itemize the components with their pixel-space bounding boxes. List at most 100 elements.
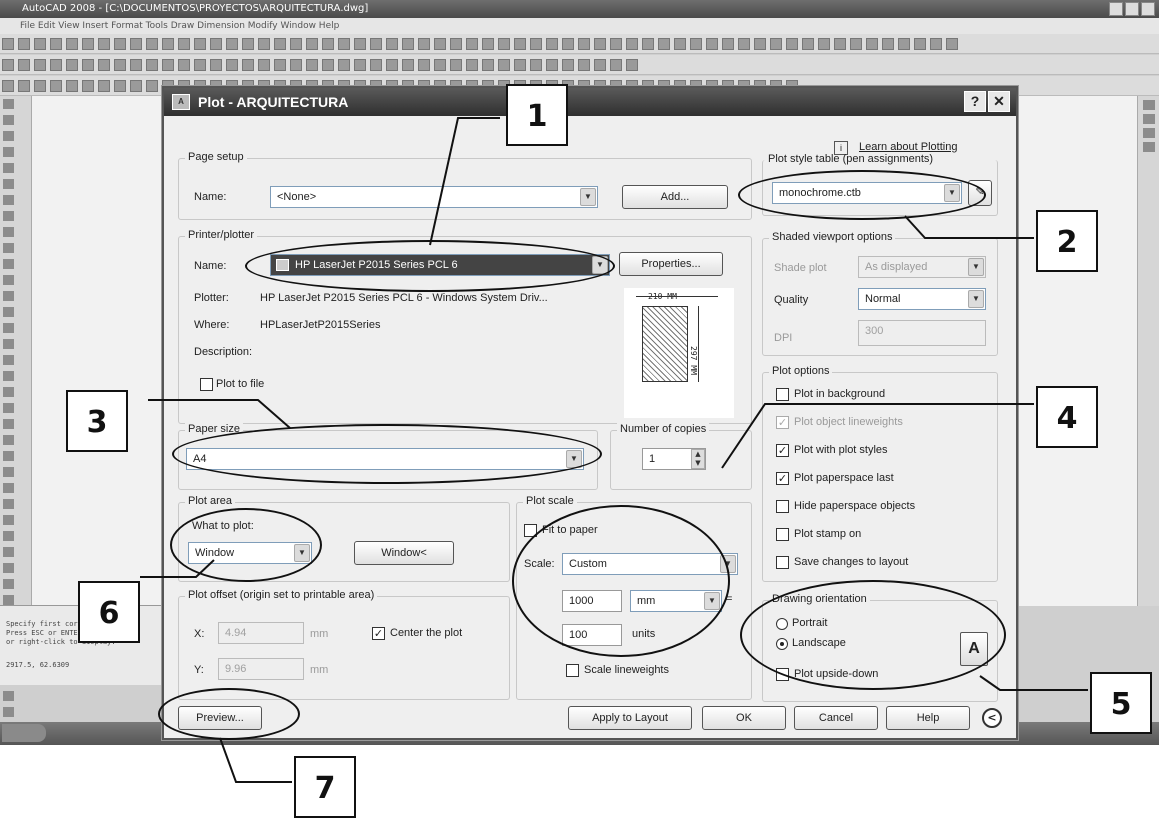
offset-x-value: 4.94 — [225, 627, 247, 639]
paper-height-dim: 297 MM — [689, 346, 698, 375]
plot-offset-title: Plot offset (origin set to printable are… — [185, 589, 378, 601]
annotation-oval-preview — [158, 688, 300, 740]
shade-plot-value: As displayed — [865, 261, 928, 273]
annotation-oval-orientation — [740, 580, 1006, 690]
paper-sheet — [642, 306, 688, 382]
window-pick-button[interactable]: Window< — [354, 541, 454, 565]
annotation-oval-plot-area — [170, 508, 322, 582]
app-titlebar: AutoCAD 2008 - [C:\DOCUMENTOS\PROYECTOS\… — [0, 0, 1159, 18]
shade-plot-label: Shade plot — [774, 262, 827, 274]
annotation-oval-printer — [245, 240, 615, 292]
plot-option-checkbox[interactable] — [776, 528, 789, 541]
add-button[interactable]: Add... — [622, 185, 728, 209]
chevron-down-icon[interactable]: ▼ — [580, 188, 596, 206]
chevron-down-icon[interactable]: ▼ — [968, 258, 984, 276]
printer-name-label: Name: — [194, 260, 227, 272]
learn-about-plotting-link[interactable]: Learn about Plotting — [859, 141, 957, 153]
offset-x-unit: mm — [310, 628, 329, 640]
help-button[interactable]: Help — [886, 706, 970, 730]
offset-x-input[interactable]: 4.94 — [218, 622, 304, 644]
app-title: AutoCAD 2008 - [C:\DOCUMENTOS\PROYECTOS\… — [22, 3, 369, 14]
page-setup-name-value: <None> — [277, 191, 317, 203]
copies-title: Number of copies — [617, 423, 710, 435]
plotter-label: Plotter: — [194, 292, 229, 304]
plot-option-label: Plot stamp on — [794, 528, 862, 540]
plot-option-checkbox[interactable] — [776, 388, 789, 401]
draw-palette[interactable] — [0, 96, 32, 733]
apply-to-layout-button[interactable]: Apply to Layout — [568, 706, 692, 730]
annotation-oval-plot-scale — [512, 505, 730, 657]
chevron-down-icon[interactable]: ▼ — [968, 290, 984, 308]
menu-bar[interactable]: File Edit View Insert Format Tools Draw … — [0, 18, 1159, 34]
callout-5: 5 — [1090, 672, 1152, 734]
cancel-button[interactable]: Cancel — [794, 706, 878, 730]
plot-option-label: Plot with plot styles — [794, 444, 888, 456]
autocad-app-icon: A — [172, 94, 190, 110]
printer-plotter-title: Printer/plotter — [185, 229, 258, 241]
dpi-input[interactable]: 300 — [858, 320, 986, 346]
callout-2: 2 — [1036, 210, 1098, 272]
modify-palette[interactable] — [1137, 96, 1159, 606]
copies-value: 1 — [649, 453, 656, 465]
close-icon[interactable] — [1141, 2, 1155, 16]
quality-combo[interactable]: Normal ▼ — [858, 288, 986, 310]
callout-3: 3 — [66, 390, 128, 452]
plot-to-file-label: Plot to file — [216, 378, 265, 390]
plot-option-label: Plot paperspace last — [794, 472, 894, 484]
plot-option-checkbox[interactable] — [776, 500, 789, 513]
offset-y-label: Y: — [194, 664, 204, 676]
offset-y-value: 9.96 — [225, 663, 247, 675]
plot-option-checkbox[interactable]: ✓ — [776, 444, 789, 457]
paper-preview: 210 MM 297 MM — [624, 288, 734, 418]
plot-option-checkbox[interactable]: ✓ — [776, 416, 789, 429]
callout-6: 6 — [78, 581, 140, 643]
callout-7: 7 — [294, 756, 356, 818]
minimize-icon[interactable] — [1109, 2, 1123, 16]
plot-option-label: Save changes to layout — [794, 556, 909, 568]
offset-y-input[interactable]: 9.96 — [218, 658, 304, 680]
page-setup-name-combo[interactable]: <None> ▼ — [270, 186, 598, 208]
offset-x-label: X: — [194, 628, 205, 640]
close-icon[interactable]: ✕ — [988, 91, 1010, 112]
toolbar-standard[interactable] — [0, 34, 1159, 54]
quality-value: Normal — [865, 293, 901, 305]
scale-lineweights-label: Scale lineweights — [584, 664, 669, 676]
annotation-oval-plot-style — [738, 170, 986, 220]
where-value: HPLaserJetP2015Series — [260, 319, 381, 331]
properties-button[interactable]: Properties... — [619, 252, 723, 276]
callout-1: 1 — [506, 84, 568, 146]
plotter-value: HP LaserJet P2015 Series PCL 6 - Windows… — [260, 292, 548, 304]
plot-scale-title: Plot scale — [523, 495, 577, 507]
plot-offset-group: Plot offset (origin set to printable are… — [178, 589, 510, 700]
callout-4: 4 — [1036, 386, 1098, 448]
shaded-viewport-title: Shaded viewport options — [769, 231, 896, 243]
dpi-label: DPI — [774, 332, 793, 344]
quality-label: Quality — [774, 294, 809, 306]
shade-plot-combo[interactable]: As displayed ▼ — [858, 256, 986, 278]
maximize-icon[interactable] — [1125, 2, 1139, 16]
help-icon[interactable]: ? — [964, 91, 986, 112]
scale-lineweights-checkbox[interactable] — [566, 664, 579, 677]
dialog-title: Plot - ARQUITECTURA — [198, 94, 349, 110]
center-plot-checkbox[interactable]: ✓ — [372, 627, 385, 640]
plot-option-label: Hide paperspace objects — [794, 500, 916, 512]
offset-y-unit: mm — [310, 664, 329, 676]
dialog-titlebar: A Plot - ARQUITECTURA ? ✕ — [164, 88, 1016, 116]
plot-area-title: Plot area — [185, 495, 236, 507]
center-plot-label: Center the plot — [390, 627, 463, 639]
where-label: Where: — [194, 319, 230, 331]
copies-spinner[interactable]: ▲ ▼ — [691, 449, 705, 469]
ok-button[interactable]: OK — [702, 706, 786, 730]
start-button[interactable] — [2, 724, 46, 742]
page-setup-title: Page setup — [185, 151, 247, 163]
toolbar-properties[interactable] — [0, 55, 1159, 75]
plot-option-checkbox[interactable] — [776, 556, 789, 569]
collapse-options-icon[interactable]: < — [982, 708, 1002, 728]
plot-to-file-checkbox[interactable] — [200, 378, 213, 391]
plot-option-checkbox[interactable]: ✓ — [776, 472, 789, 485]
coordinate-readout: 2917.5, 62.6309 — [6, 661, 70, 669]
page-setup-name-label: Name: — [194, 191, 227, 203]
description-label: Description: — [194, 346, 253, 358]
plot-option-label: Plot object lineweights — [794, 416, 903, 428]
plot-options-title: Plot options — [769, 365, 833, 377]
